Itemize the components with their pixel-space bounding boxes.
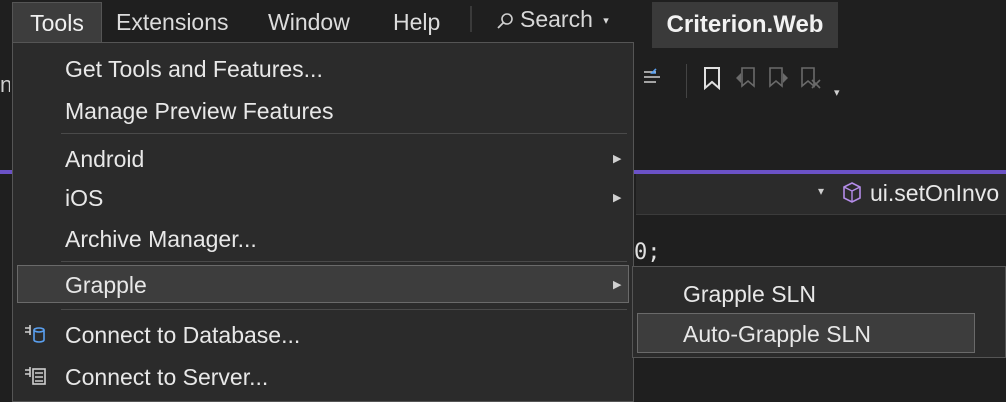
server-connect-icon: [23, 364, 47, 394]
submenu-arrow-icon: ▶: [613, 192, 622, 204]
menu-extensions[interactable]: Extensions: [116, 2, 229, 42]
grapple-submenu: Grapple SLN Auto-Grapple SLN: [632, 266, 1006, 358]
code-fragment: 0;: [634, 240, 661, 265]
menu-help[interactable]: Help: [393, 2, 440, 42]
menu-item-connect-database[interactable]: Connect to Database...: [17, 315, 629, 353]
menu-item-label: iOS: [65, 185, 104, 211]
menu-item-ios[interactable]: iOS ▶: [17, 178, 629, 216]
toolbar-overflow-icon[interactable]: ▾: [834, 86, 840, 99]
background-text-sliver: n: [0, 72, 10, 97]
database-connect-icon: [23, 322, 47, 352]
menu-bar: Tools Extensions Window Help Search ▾ Cr…: [0, 0, 1006, 48]
search-icon: [496, 6, 520, 32]
menu-item-get-tools[interactable]: Get Tools and Features...: [17, 49, 629, 87]
menu-item-label: Grapple: [65, 272, 147, 298]
search-label: Search: [520, 6, 593, 32]
menu-item-label: Grapple SLN: [683, 281, 816, 307]
menu-item-archive-manager[interactable]: Archive Manager...: [17, 219, 629, 257]
search-button[interactable]: Search ▾: [496, 2, 609, 38]
menu-item-label: Connect to Server...: [65, 364, 269, 390]
menu-item-label: Get Tools and Features...: [65, 56, 323, 82]
toolbar-divider: [686, 64, 687, 98]
menu-item-grapple[interactable]: Grapple ▶: [17, 265, 629, 303]
chevron-down-icon: ▾: [603, 15, 609, 27]
menu-separator: [61, 309, 627, 310]
menu-separator: [61, 261, 627, 262]
menu-item-label: Auto-Grapple SLN: [683, 321, 871, 347]
menu-item-manage-preview[interactable]: Manage Preview Features: [17, 91, 629, 129]
next-bookmark-icon[interactable]: [766, 66, 790, 95]
menu-item-label: Connect to Database...: [65, 322, 301, 348]
clear-bookmarks-icon[interactable]: [798, 66, 822, 95]
menu-window[interactable]: Window: [268, 2, 350, 42]
submenu-item-auto-grapple-sln[interactable]: Auto-Grapple SLN: [637, 313, 975, 353]
menu-item-label: Manage Preview Features: [65, 98, 334, 124]
bookmark-icon[interactable]: [702, 66, 722, 95]
method-cube-icon: [842, 182, 862, 209]
chevron-down-icon: ▾: [818, 184, 825, 198]
prev-bookmark-icon[interactable]: [734, 66, 758, 95]
menubar-divider: [470, 6, 472, 32]
member-combobox[interactable]: ▾ ui.setOnInvo: [636, 174, 1006, 215]
submenu-item-grapple-sln[interactable]: Grapple SLN: [637, 273, 975, 313]
menu-item-android[interactable]: Android ▶: [17, 139, 629, 177]
uncomment-icon[interactable]: [640, 66, 664, 95]
menu-item-label: Android: [65, 146, 145, 172]
submenu-arrow-icon: ▶: [613, 153, 622, 165]
menu-item-connect-server[interactable]: Connect to Server...: [17, 357, 629, 395]
tools-menu: Get Tools and Features... Manage Preview…: [12, 42, 634, 402]
menu-separator: [61, 133, 627, 134]
menu-tools[interactable]: Tools: [12, 2, 102, 43]
submenu-arrow-icon: ▶: [613, 279, 622, 291]
member-combo-label: ui.setOnInvo: [870, 180, 1000, 206]
solution-title: Criterion.Web: [652, 2, 838, 48]
menu-item-label: Archive Manager...: [65, 226, 257, 252]
